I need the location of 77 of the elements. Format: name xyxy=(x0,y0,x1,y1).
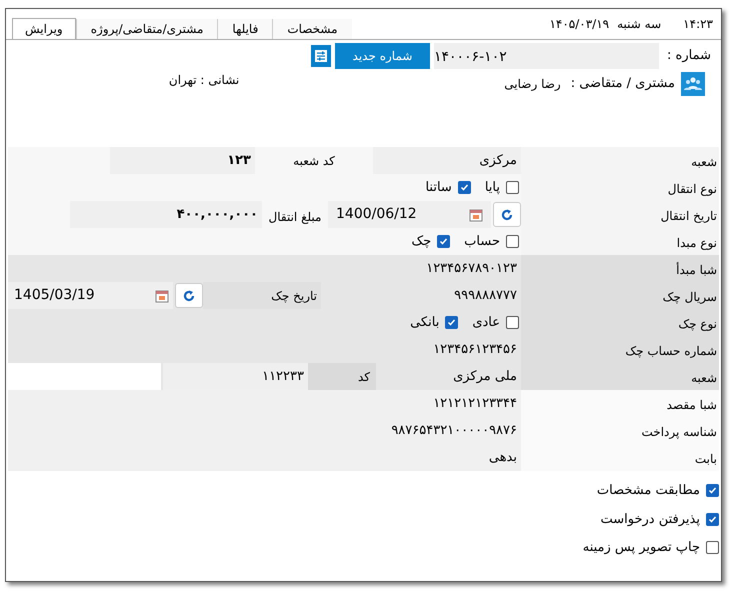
checkbox[interactable] xyxy=(706,541,719,554)
value-text: ۹۸۷۶۵۴۳۲۱۰۰۰۰۰۹۸۷۶ xyxy=(391,422,518,440)
option-label: پذیرفتن درخواست xyxy=(600,510,700,528)
option-label: عادی xyxy=(472,314,500,332)
form-settings-button[interactable] xyxy=(311,45,331,67)
value-text: ۹۹۹۸۸۸۷۷۷ xyxy=(453,286,518,305)
date-field[interactable]: 1400/06/12 xyxy=(328,201,491,228)
checkbox[interactable] xyxy=(445,316,458,329)
field-label: نوع انتقال xyxy=(668,181,717,198)
tab[interactable]: فایلها xyxy=(217,19,272,39)
field-label: شبا مبدأ xyxy=(676,261,717,279)
amount-field[interactable]: ۴۰۰,۰۰۰,۰۰۰ xyxy=(70,201,262,228)
checkbox[interactable] xyxy=(506,181,519,194)
checkbox[interactable] xyxy=(506,316,519,329)
check-icon xyxy=(708,514,717,524)
field-label: کد شعبه xyxy=(292,152,336,170)
field-label: نوع چک xyxy=(678,316,717,333)
check-icon xyxy=(439,237,448,246)
check-icon xyxy=(447,318,456,327)
date-value: 1405/03/19 xyxy=(14,286,95,305)
address-text: نشانی : تهران xyxy=(168,72,240,89)
field-label: سریال چک xyxy=(662,289,717,306)
code-field[interactable]: ۱۱۲۲۳۳ xyxy=(163,363,308,390)
field-label: تاریخ چک xyxy=(203,282,321,309)
calendar-icon[interactable] xyxy=(469,208,483,222)
option-label: چک xyxy=(411,232,432,251)
check-icon xyxy=(708,486,717,496)
field-label: شبا مقصد xyxy=(666,397,717,414)
number-field[interactable]: ۱۴۰۰۰۶-۱۰۲ xyxy=(434,43,659,69)
date-value: 1400/06/12 xyxy=(336,205,417,224)
refresh-button[interactable] xyxy=(493,202,521,227)
field-label: مبلغ انتقال xyxy=(268,208,322,226)
weekday-text: سه شنبه xyxy=(617,16,662,33)
option-label: مطابقت مشخصات xyxy=(596,482,700,500)
option-label: چاپ تصویر پس زمینه xyxy=(582,539,700,557)
new-number-button[interactable]: شماره جدید xyxy=(335,43,430,69)
field-label: نوع مبدا xyxy=(676,235,717,252)
value-text: ۱۲۱۲۱۲۱۲۳۳۴۴ xyxy=(433,394,518,413)
clock-time: ۱۴:۲۳ xyxy=(683,16,713,33)
date-text: ۱۴۰۵/۰۳/۱۹ xyxy=(549,16,610,33)
number-label: شماره : xyxy=(666,47,711,66)
calendar-icon[interactable] xyxy=(155,288,169,302)
option-label: حساب xyxy=(464,232,500,251)
value-text: ملی مرکزی xyxy=(452,368,518,386)
field-label: تاریخ انتقال xyxy=(660,208,717,225)
option-label: بانکی xyxy=(410,314,440,332)
date-field[interactable]: 1405/03/19 xyxy=(8,282,173,309)
input-field[interactable] xyxy=(8,363,161,390)
tab[interactable]: مشتری/متقاضی/پروژه xyxy=(76,19,218,39)
tab[interactable]: مشخصات xyxy=(272,19,352,39)
people-icon xyxy=(681,72,705,96)
checkbox[interactable] xyxy=(506,235,519,248)
field-label: کد xyxy=(308,363,376,390)
field-label: بابت xyxy=(694,451,717,468)
checkbox[interactable] xyxy=(706,512,719,526)
value-text: ۱۲۳۴۵۶۱۲۳۴۵۶ xyxy=(433,340,518,359)
field-label: شعبه xyxy=(691,370,717,387)
value-text: ۱۲۳۴۵۶۷۸۹۰۱۲۳ xyxy=(426,260,518,278)
check-icon xyxy=(460,183,469,192)
field-label: شعبه xyxy=(691,154,717,171)
option-label: پایا xyxy=(484,178,500,197)
option-label: ساتنا xyxy=(425,178,452,197)
customer-label: مشتری / متقاضی : xyxy=(570,75,675,94)
code-field[interactable]: ۱۲۳ xyxy=(110,147,255,174)
branch-field[interactable]: مرکزی xyxy=(373,147,521,174)
refresh-icon xyxy=(182,288,196,302)
tab[interactable]: ویرایش xyxy=(12,18,76,40)
refresh-icon xyxy=(500,208,514,222)
checkbox[interactable] xyxy=(458,181,471,194)
field-label: شناسه پرداخت xyxy=(642,424,717,441)
field-label: شماره حساب چک xyxy=(625,343,717,360)
customer-name: رضا رضایی xyxy=(504,76,561,93)
checkbox[interactable] xyxy=(706,484,719,498)
value-text: بدهی xyxy=(488,448,518,467)
refresh-button[interactable] xyxy=(175,283,203,308)
checkbox[interactable] xyxy=(437,235,450,248)
form-icon xyxy=(314,49,328,63)
